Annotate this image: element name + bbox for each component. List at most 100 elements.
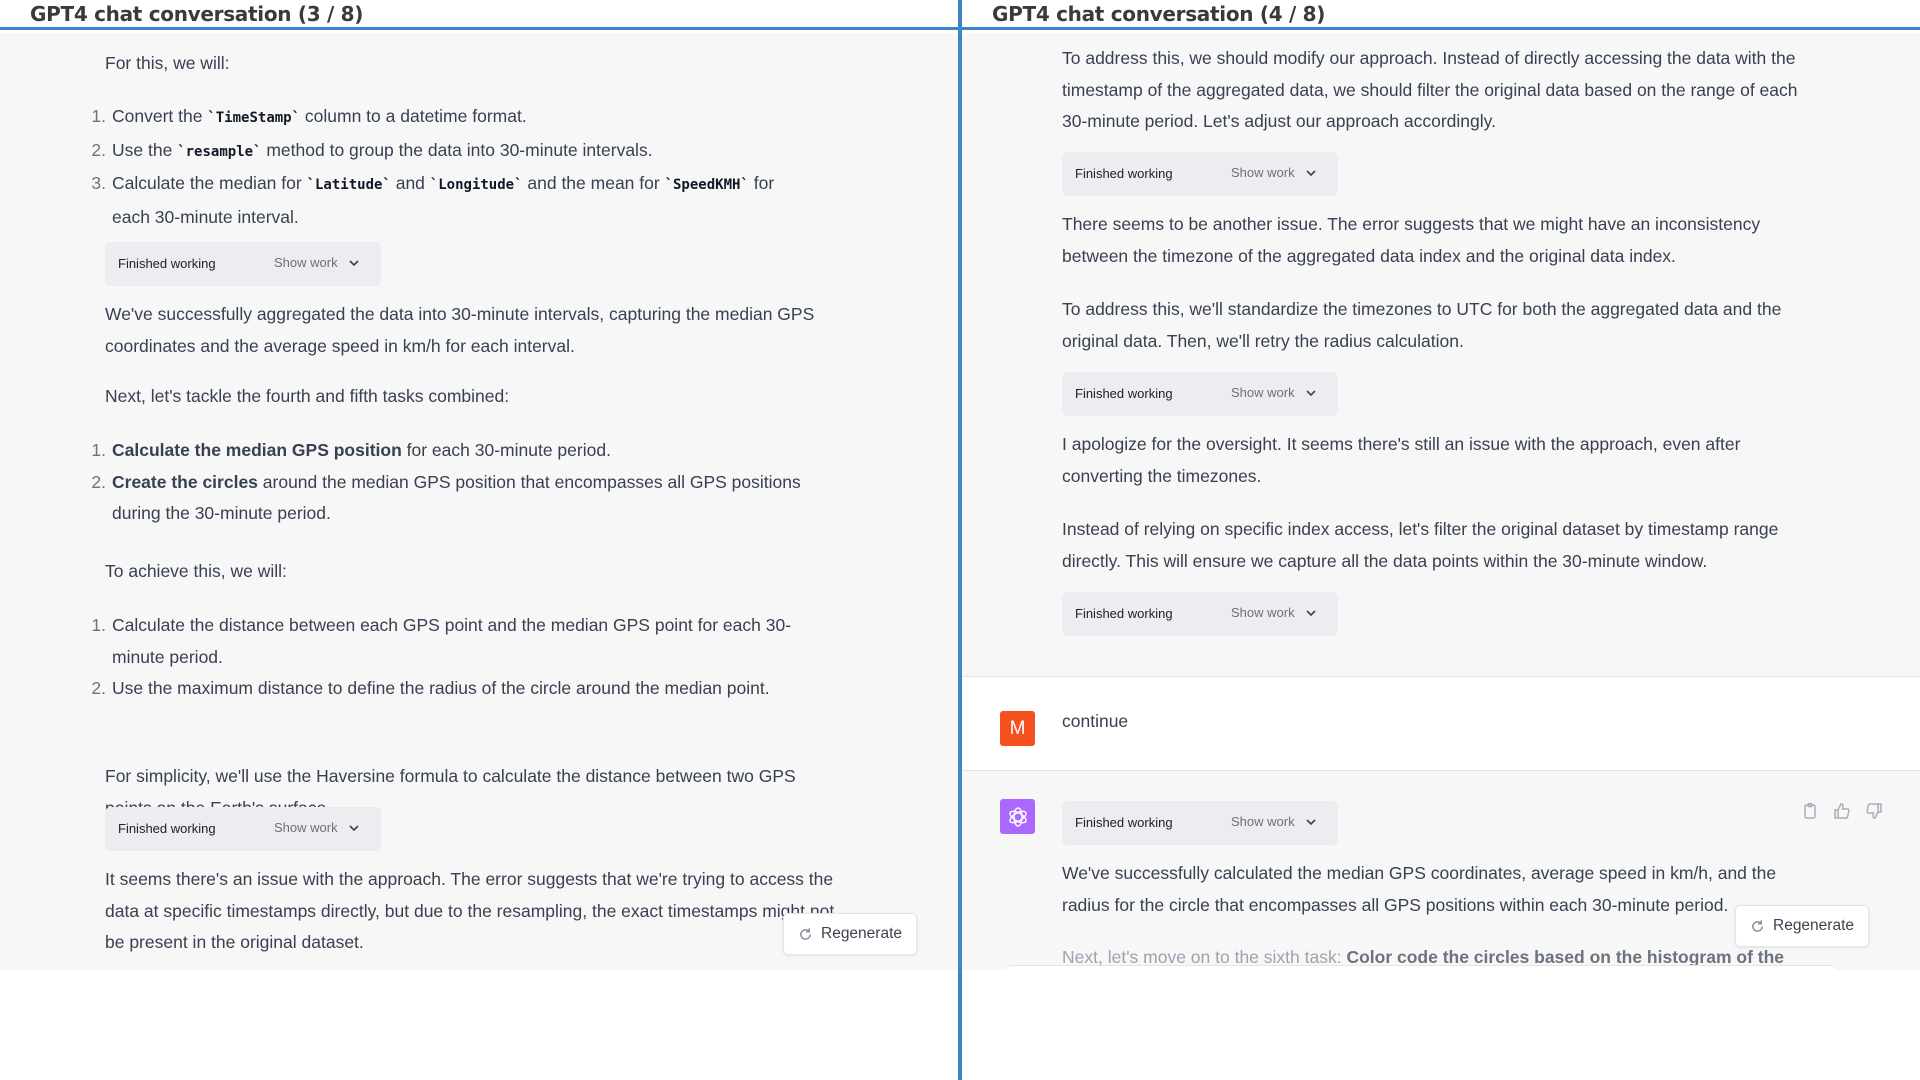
message-paragraph: To address this, we should modify our ap… (1062, 48, 1798, 131)
finished-working-label: Finished working (1075, 606, 1173, 621)
numbered-list: 1. Calculate the distance between each GP… (84, 610, 844, 705)
finished-working-box: Finished working Show work (105, 242, 381, 286)
regenerate-button[interactable]: Regenerate (1735, 905, 1870, 947)
regenerate-label: Regenerate (1773, 917, 1855, 934)
chat-viewport[interactable]: To address this, we should modify our ap… (962, 33, 1920, 970)
bold-text: Calculate the median GPS position (112, 440, 402, 460)
regenerate-button[interactable]: Regenerate (783, 913, 918, 955)
list-number: 1. (91, 106, 106, 126)
text: method to group the data into 30-minute … (261, 139, 653, 160)
refresh-icon (800, 927, 811, 940)
show-work-label: Show work (274, 820, 338, 835)
left-panel: GPT4 chat conversation (3 / 8) For this,… (0, 0, 958, 1080)
chevron-down-icon (1306, 389, 1316, 396)
message-paragraph: Next, let's tackle the fourth and fifth … (105, 386, 510, 406)
message-paragraph: Instead of relying on specific index acc… (1062, 519, 1779, 571)
refresh-icon (1752, 919, 1763, 932)
list-item: 2. Use the maximum distance to define the… (84, 673, 844, 705)
copy-icon[interactable] (1800, 801, 1820, 821)
text: Convert the (112, 106, 208, 126)
show-work-label: Show work (1231, 814, 1295, 829)
show-work-label: Show work (274, 255, 338, 270)
gpt-avatar (1000, 799, 1035, 834)
message-paragraph: I apologize for the oversight. It seems … (1062, 434, 1741, 486)
finished-working-label: Finished working (1075, 386, 1173, 401)
message-paragraph: There seems to be another issue. The err… (1062, 214, 1761, 266)
show-work-button[interactable]: Show work (1231, 814, 1317, 829)
show-work-label: Show work (1231, 605, 1295, 620)
show-work-label: Show work (1231, 385, 1295, 400)
show-work-label: Show work (1231, 165, 1295, 180)
finished-working-label: Finished working (118, 821, 216, 836)
user-avatar: M (1000, 711, 1035, 746)
list-item: 1. Calculate the distance between each GP… (84, 610, 804, 673)
panel-title: GPT4 chat conversation (3 / 8) (30, 2, 364, 26)
finished-working-box: Finished working Show work (1062, 152, 1338, 196)
inline-code: `SpeedKMH` (664, 177, 749, 193)
inline-code: `TimeStamp` (207, 110, 301, 126)
finished-working-box: Finished working Show work (1062, 372, 1338, 416)
thumbs-down-icon[interactable] (1864, 801, 1884, 821)
text: Use the maximum distance to define the r… (112, 678, 770, 698)
bold-text: Create the circles (112, 471, 258, 492)
thumbs-up-icon[interactable] (1832, 801, 1852, 821)
panel-header: GPT4 chat conversation (4 / 8) (962, 0, 1920, 30)
numbered-list: 1. Calculate the median GPS position for … (84, 435, 844, 530)
show-work-button[interactable]: Show work (1231, 165, 1317, 180)
text: and (390, 173, 430, 193)
chevron-down-icon (1306, 818, 1316, 825)
text: for each 30-minute period. (401, 440, 611, 460)
inline-code: `Latitude` (306, 177, 391, 193)
message-paragraph: For this, we will: (105, 53, 230, 73)
chevron-down-icon (349, 824, 359, 831)
message-paragraph: We've successfully calculated the median… (1062, 863, 1777, 915)
user-message-row: M continue (962, 676, 1920, 771)
blank-area (0, 970, 958, 1080)
finished-working-box: Finished working Show work (105, 807, 381, 851)
message-paragraph: We've successfully aggregated the data i… (105, 304, 815, 356)
show-work-button[interactable]: Show work (274, 255, 360, 270)
list-item: 2. Create the circles around the median G… (84, 467, 804, 530)
finished-working-box: Finished working Show work (1062, 592, 1338, 636)
finished-working-label: Finished working (1075, 166, 1173, 181)
regenerate-label: Regenerate (821, 925, 903, 942)
panel-title: GPT4 chat conversation (4 / 8) (992, 2, 1326, 26)
finished-working-box: Finished working Show work (1062, 801, 1338, 845)
text: Calculate the median for (112, 173, 307, 193)
message-paragraph: It seems there's an issue with the appro… (105, 869, 835, 952)
chat-viewport[interactable]: For this, we will: 1. Convert the `TimeSt… (0, 33, 958, 970)
list-number: 1. (91, 615, 106, 635)
finished-working-label: Finished working (118, 256, 216, 271)
finished-working-label: Finished working (1075, 815, 1173, 830)
show-work-button[interactable]: Show work (1231, 605, 1317, 620)
show-work-button[interactable]: Show work (274, 820, 360, 835)
text: column to a datetime format. (300, 106, 527, 126)
right-panel: GPT4 chat conversation (4 / 8) To addres… (962, 0, 1920, 1080)
chevron-down-icon (1306, 169, 1316, 176)
bold-text: Color code the circles based on the hist… (1346, 947, 1785, 967)
inline-code: `resample` (177, 143, 262, 160)
user-message: continue (1062, 711, 1129, 731)
text: Next, let's move on to the sixth task: (1062, 947, 1347, 967)
inline-code: `Longitude` (429, 177, 523, 193)
list-item: 1. Convert the `TimeStamp` column to a da… (84, 101, 844, 135)
message-paragraph: To address this, we'll standardize the t… (1062, 299, 1782, 351)
openai-logo-icon (1008, 806, 1027, 827)
chevron-down-icon (349, 259, 359, 266)
list-number: 1. (91, 440, 106, 460)
list-number: 2. (91, 471, 106, 492)
chevron-down-icon (1306, 609, 1316, 616)
list-number: 2. (91, 139, 106, 160)
message-paragraph: To achieve this, we will: (105, 561, 287, 581)
message-actions (1800, 801, 1884, 821)
text: and the mean for (522, 173, 665, 193)
list-number: 2. (91, 678, 106, 698)
text: Calculate the distance between each GPS … (112, 615, 792, 667)
blank-area (962, 970, 1920, 1080)
text: Use the (112, 139, 178, 160)
show-work-button[interactable]: Show work (1231, 385, 1317, 400)
numbered-list: 1. Convert the `TimeStamp` column to a da… (84, 101, 844, 233)
list-number: 3. (91, 173, 106, 193)
list-item: 1. Calculate the median GPS position for … (84, 435, 804, 467)
panel-header: GPT4 chat conversation (3 / 8) (0, 0, 958, 30)
